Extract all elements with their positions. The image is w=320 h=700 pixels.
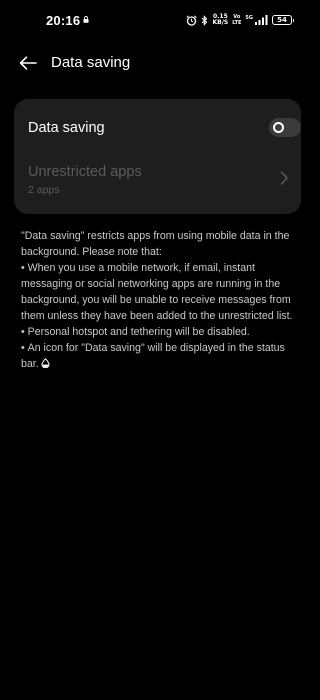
app-header: Data saving bbox=[0, 46, 315, 80]
network-speed-unit: KB/S bbox=[212, 19, 229, 26]
data-saving-toggle[interactable] bbox=[269, 118, 301, 137]
battery-level: 54 bbox=[277, 16, 287, 24]
description-bullet-text: An icon for "Data saving" will be displa… bbox=[21, 342, 285, 370]
data-saving-row[interactable]: Data saving bbox=[14, 99, 301, 157]
status-icons: 0.15 KB/S Vo LTE 5G 54 bbox=[186, 13, 294, 27]
battery-icon: 54 bbox=[272, 15, 294, 25]
description-intro: "Data saving" restricts apps from using … bbox=[21, 230, 290, 258]
network-type: Vo LTE bbox=[232, 14, 241, 26]
description-bullet-2: Personal hotspot and tethering will be d… bbox=[21, 324, 304, 340]
status-time: 20:16 bbox=[46, 13, 81, 28]
lock-icon bbox=[83, 16, 89, 23]
description-bullet-text: Personal hotspot and tethering will be d… bbox=[27, 326, 250, 338]
data-saving-description: "Data saving" restricts apps from using … bbox=[21, 228, 304, 372]
unrestricted-apps-label: Unrestricted apps bbox=[28, 164, 142, 180]
data-saving-icon bbox=[41, 358, 50, 368]
network-speed: 0.15 KB/S bbox=[212, 14, 228, 26]
chevron-right-icon bbox=[280, 171, 288, 185]
alarm-icon bbox=[186, 14, 198, 26]
status-bar: 20:16 0.15 KB/S Vo LTE 5G 54 bbox=[0, 0, 315, 40]
toggle-knob bbox=[273, 122, 284, 133]
description-bullet-text: When you use a mobile network, if email,… bbox=[21, 262, 293, 322]
network-type-bottom: LTE bbox=[232, 20, 242, 26]
description-bullet-1: When you use a mobile network, if email,… bbox=[21, 260, 304, 324]
signal-tag: 5G bbox=[245, 15, 253, 21]
back-arrow-icon bbox=[19, 56, 37, 70]
bluetooth-icon bbox=[202, 14, 208, 26]
signal-icon: 5G bbox=[245, 15, 268, 25]
unrestricted-apps-row[interactable]: Unrestricted apps 2 apps bbox=[14, 157, 301, 214]
settings-card: Data saving Unrestricted apps 2 apps bbox=[14, 99, 301, 214]
data-saving-label: Data saving bbox=[28, 120, 105, 136]
description-bullet-3: An icon for "Data saving" will be displa… bbox=[21, 340, 304, 372]
back-button[interactable] bbox=[15, 50, 41, 76]
signal-bars-icon bbox=[255, 15, 268, 25]
page-title: Data saving bbox=[51, 54, 131, 71]
unrestricted-apps-count: 2 apps bbox=[28, 184, 60, 196]
